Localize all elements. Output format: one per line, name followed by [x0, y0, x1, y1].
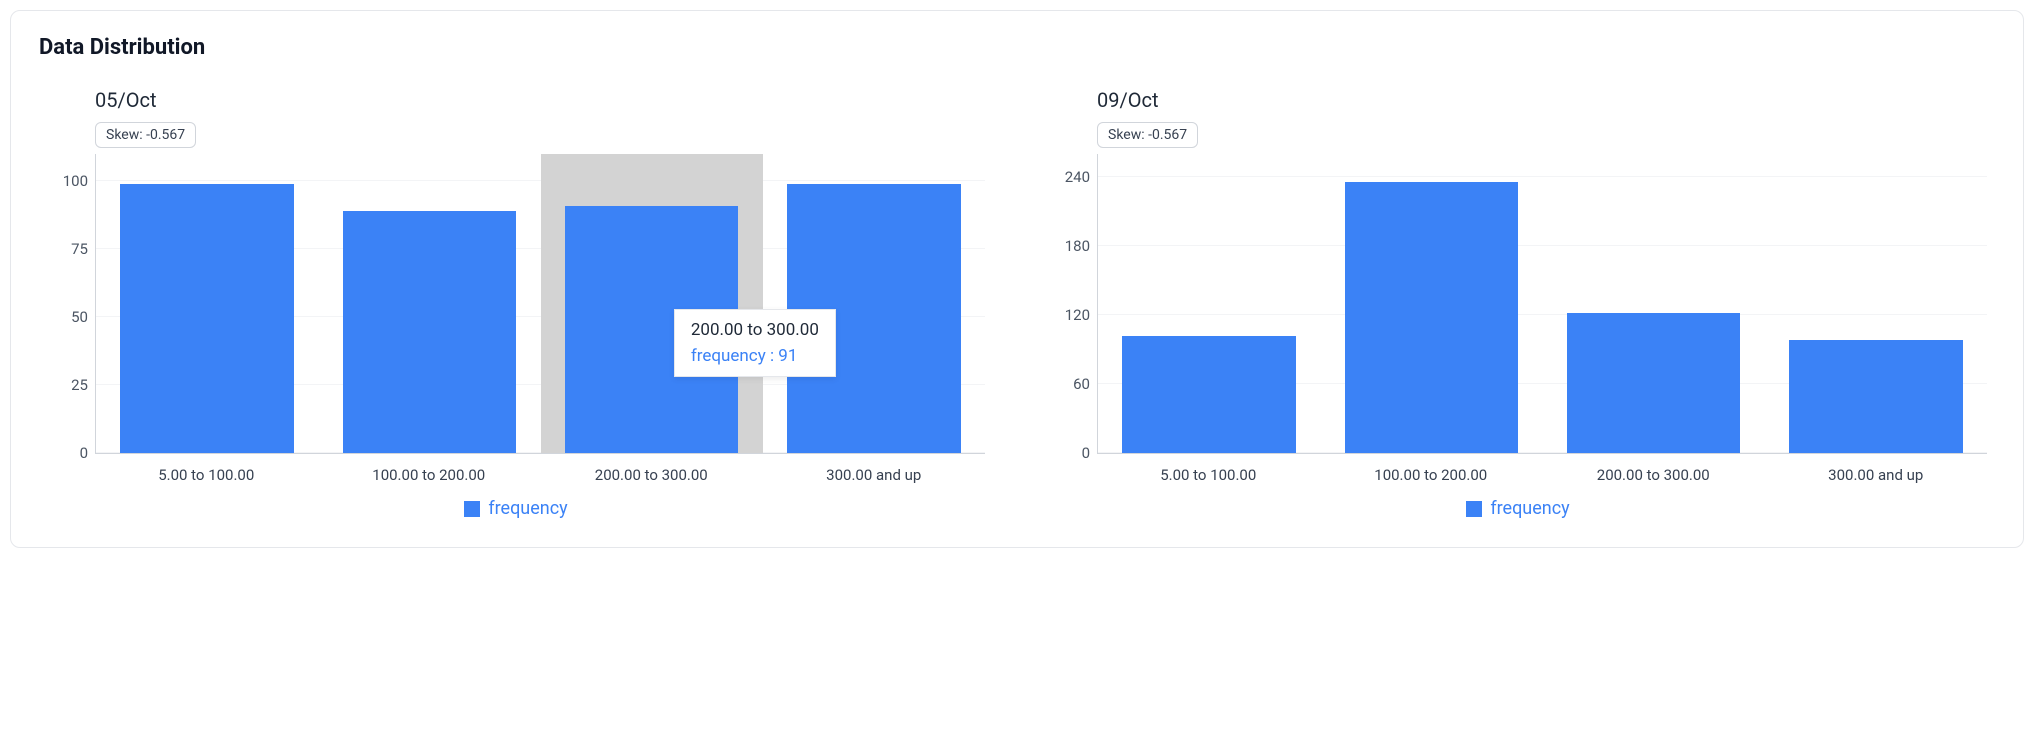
y-tick-label: 50: [71, 308, 96, 326]
chart-tooltip: 200.00 to 300.00 frequency : 91: [674, 309, 836, 377]
legend-swatch: [1466, 501, 1482, 517]
bar-slot[interactable]: [318, 154, 540, 453]
x-label: 200.00 to 300.00: [1542, 466, 1765, 484]
tooltip-title: 200.00 to 300.00: [691, 320, 819, 340]
y-tick-label: 0: [80, 444, 96, 462]
bar-slot[interactable]: [96, 154, 318, 453]
bar-slot[interactable]: [1320, 154, 1542, 453]
bar-slot[interactable]: [541, 154, 763, 453]
bar[interactable]: [1567, 313, 1740, 453]
y-tick-label: 60: [1073, 375, 1098, 393]
x-label: 100.00 to 200.00: [318, 466, 541, 484]
bar[interactable]: [1122, 336, 1295, 453]
x-label: 5.00 to 100.00: [95, 466, 318, 484]
plot-area: 060120180240: [1097, 154, 1987, 454]
chart-1: 09/OctSkew: -0.5670601201802405.00 to 10…: [1041, 88, 1995, 519]
bar[interactable]: [120, 184, 293, 453]
legend-swatch: [464, 501, 480, 517]
legend[interactable]: frequency: [39, 498, 993, 519]
chart-title: 05/Oct: [39, 88, 993, 112]
legend-label: frequency: [488, 498, 567, 519]
y-tick-label: 180: [1065, 237, 1098, 255]
chart-0: 05/Oct Skew: -0.567 0 25 50 75 100 200.00 to 30…: [39, 88, 993, 519]
bars: [96, 154, 985, 453]
legend[interactable]: frequency: [1041, 498, 1995, 519]
y-tick-label: 75: [71, 240, 96, 258]
card-title: Data Distribution: [39, 35, 1995, 60]
y-tick-label: 240: [1065, 168, 1098, 186]
y-tick-label: 100: [63, 172, 96, 190]
x-label: 100.00 to 200.00: [1320, 466, 1543, 484]
x-label: 300.00 and up: [1765, 466, 1988, 484]
bar[interactable]: [343, 211, 516, 453]
bar-slot[interactable]: [763, 154, 985, 453]
x-label: 200.00 to 300.00: [540, 466, 763, 484]
x-labels: 5.00 to 100.00100.00 to 200.00200.00 to …: [95, 466, 985, 484]
chart-title: 09/Oct: [1041, 88, 1995, 112]
skew-badge: Skew: -0.567: [95, 122, 196, 148]
x-labels: 5.00 to 100.00100.00 to 200.00200.00 to …: [1097, 466, 1987, 484]
bar-slot[interactable]: [1543, 154, 1765, 453]
y-tick-label: 120: [1065, 306, 1098, 324]
y-tick-label: 0: [1082, 444, 1098, 462]
bar-slot[interactable]: [1098, 154, 1320, 453]
data-distribution-card: Data Distribution 05/Oct Skew: -0.567 0 25 5…: [10, 10, 2024, 548]
x-label: 5.00 to 100.00: [1097, 466, 1320, 484]
charts-row: 05/Oct Skew: -0.567 0 25 50 75 100 200.00 to 30…: [39, 88, 1995, 519]
bar[interactable]: [1789, 340, 1962, 453]
bars: [1098, 154, 1987, 453]
bar[interactable]: [1345, 182, 1518, 453]
legend-label: frequency: [1490, 498, 1569, 519]
plot-area: 0255075100200.00 to 300.00frequency : 91: [95, 154, 985, 454]
bar-slot[interactable]: [1765, 154, 1987, 453]
y-tick-label: 25: [71, 376, 96, 394]
tooltip-value: frequency : 91: [691, 346, 819, 366]
skew-badge: Skew: -0.567: [1097, 122, 1198, 148]
x-label: 300.00 and up: [763, 466, 986, 484]
